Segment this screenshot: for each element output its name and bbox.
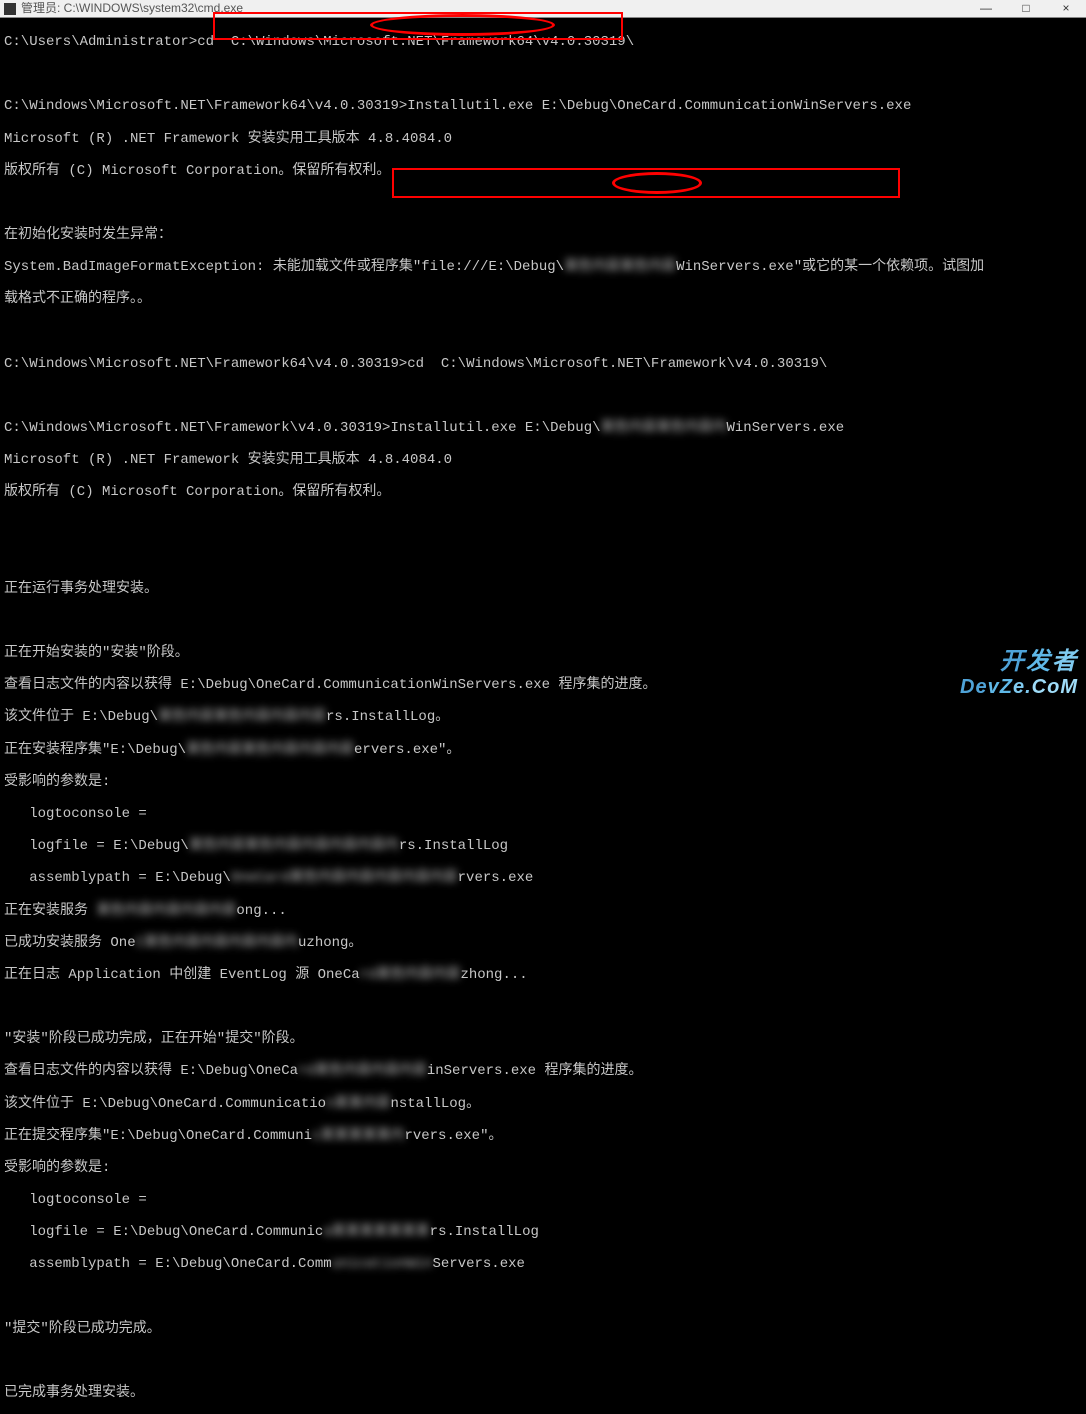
output-line: C:\Windows\Microsoft.NET\Framework64\v4.… xyxy=(4,98,1082,114)
output-text: 正在安装服务 xyxy=(4,903,96,919)
output-text: 已成功安装服务 One xyxy=(4,935,136,951)
cmd-text: cd C:\Windows\Microsoft.NET\Framework\v4… xyxy=(407,356,827,372)
blank-line xyxy=(4,549,1082,565)
output-line: 在初始化安装时发生异常： xyxy=(4,227,1082,243)
output-line: logtoconsole = xyxy=(4,1192,1082,1208)
cmd-icon xyxy=(4,3,16,15)
output-text: assemblypath = E:\Debug\OneCard.Comm xyxy=(4,1256,332,1272)
redacted-text: n某某内容 xyxy=(326,1096,390,1112)
output-text: rvers.exe xyxy=(458,870,534,886)
output-text: zhong... xyxy=(460,967,527,983)
terminal-output[interactable]: C:\Users\Administrator>cd C:\Windows\Mic… xyxy=(0,18,1086,1414)
output-text: ong... xyxy=(236,903,286,919)
redacted-text: 某些内容某些内容内容内容 xyxy=(158,709,326,725)
minimize-button[interactable]: — xyxy=(966,0,1006,18)
output-line: 载格式不正确的程序。。 xyxy=(4,291,1082,307)
output-text: 正在安装程序集"E:\Debug\ xyxy=(4,742,186,758)
output-line: 正在运行事务处理安装。 xyxy=(4,581,1082,597)
output-text: 正在日志 Application 中创建 EventLog 源 OneCa xyxy=(4,967,360,983)
redacted-text: c某某某某某内 xyxy=(312,1128,404,1144)
blank-line xyxy=(4,388,1082,404)
output-text: nstallLog。 xyxy=(390,1096,480,1112)
redacted-text: 某些内容某些内容内 xyxy=(601,420,727,436)
output-line: 受影响的参数是: xyxy=(4,1160,1082,1176)
output-text: Servers.exe xyxy=(432,1256,524,1272)
blank-line xyxy=(4,613,1082,629)
output-text: C:\Windows\Microsoft.NET\Framework\v4.0.… xyxy=(4,420,601,436)
prompt: C:\Windows\Microsoft.NET\Framework64\v4.… xyxy=(4,356,407,372)
output-line: 版权所有 (C) Microsoft Corporation。保留所有权利。 xyxy=(4,484,1082,500)
redacted-text: unicationWin xyxy=(332,1256,433,1272)
output-line: logtoconsole = xyxy=(4,806,1082,822)
redacted-text: 某些内容内容内容内容 xyxy=(96,903,236,919)
output-line: Microsoft (R) .NET Framework 安装实用工具版本 4.… xyxy=(4,452,1082,468)
blank-line xyxy=(4,324,1082,340)
output-line: 正在开始安装的"安装"阶段。 xyxy=(4,645,1082,661)
output-text: System.BadImageFormatException: 未能加载文件或程… xyxy=(4,259,564,275)
output-line: 已完成事务处理安装。 xyxy=(4,1385,1082,1401)
redacted-text: a某某某某某某某 xyxy=(323,1224,429,1240)
output-text: 该文件位于 E:\Debug\OneCard.Communicatio xyxy=(4,1096,326,1112)
redacted-text: 某些内容某些内容内容内容 xyxy=(186,742,354,758)
output-text: ervers.exe"。 xyxy=(354,742,460,758)
output-text: 该文件位于 E:\Debug\ xyxy=(4,709,158,725)
blank-line xyxy=(4,1353,1082,1369)
redacted-text: rd某些内容内容内容 xyxy=(298,1063,427,1079)
redacted-text: rd某些内容内容 xyxy=(360,967,461,983)
prompt: C:\Users\Administrator> xyxy=(4,34,197,50)
output-text: rs.InstallLog。 xyxy=(326,709,449,725)
output-text: inServers.exe 程序集的进度。 xyxy=(427,1063,643,1079)
output-text: assemblypath = E:\Debug\ xyxy=(4,870,231,886)
output-line: 查看日志文件的内容以获得 E:\Debug\OneCard.Communicat… xyxy=(4,677,1082,693)
redacted-text: 某些内容某些内容内容内容内容内 xyxy=(189,838,399,854)
output-text: 查看日志文件的内容以获得 E:\Debug\OneCa xyxy=(4,1063,298,1079)
output-text: 正在提交程序集"E:\Debug\OneCard.Communi xyxy=(4,1128,312,1144)
output-text: logfile = E:\Debug\ xyxy=(4,838,189,854)
output-text: logfile = E:\Debug\OneCard.Communic xyxy=(4,1224,323,1240)
close-button[interactable]: × xyxy=(1046,0,1086,18)
output-text: rs.InstallLog xyxy=(399,838,508,854)
blank-line xyxy=(4,517,1082,533)
output-text: WinServers.exe xyxy=(727,420,845,436)
output-text: WinServers.exe"或它的某一个依赖项。试图加 xyxy=(676,259,984,275)
output-line: "安装"阶段已成功完成，正在开始"提交"阶段。 xyxy=(4,1031,1082,1047)
blank-line xyxy=(4,999,1082,1015)
output-line: 版权所有 (C) Microsoft Corporation。保留所有权利。 xyxy=(4,163,1082,179)
output-line: "提交"阶段已成功完成。 xyxy=(4,1321,1082,1337)
blank-line xyxy=(4,195,1082,211)
output-text: rs.InstallLog xyxy=(430,1224,539,1240)
cmd-text: cd C:\Windows\Microsoft.NET\Framework64\… xyxy=(197,34,634,50)
redacted-text: OneCard某些内容内容内容内容内容 xyxy=(231,870,458,886)
redacted-text: 某些内容某些内容 xyxy=(564,259,676,275)
maximize-button[interactable]: □ xyxy=(1006,0,1046,18)
output-line: 受影响的参数是: xyxy=(4,774,1082,790)
window-title: 管理员: C:\WINDOWS\system32\cmd.exe xyxy=(21,2,966,16)
output-text: uzhong。 xyxy=(298,935,362,951)
blank-line xyxy=(4,1289,1082,1305)
blank-line xyxy=(4,66,1082,82)
output-line: Microsoft (R) .NET Framework 安装实用工具版本 4.… xyxy=(4,131,1082,147)
redacted-text: C某些内容内容内容内容内 xyxy=(136,935,298,951)
output-text: rvers.exe"。 xyxy=(404,1128,502,1144)
titlebar: 管理员: C:\WINDOWS\system32\cmd.exe — □ × xyxy=(0,0,1086,18)
